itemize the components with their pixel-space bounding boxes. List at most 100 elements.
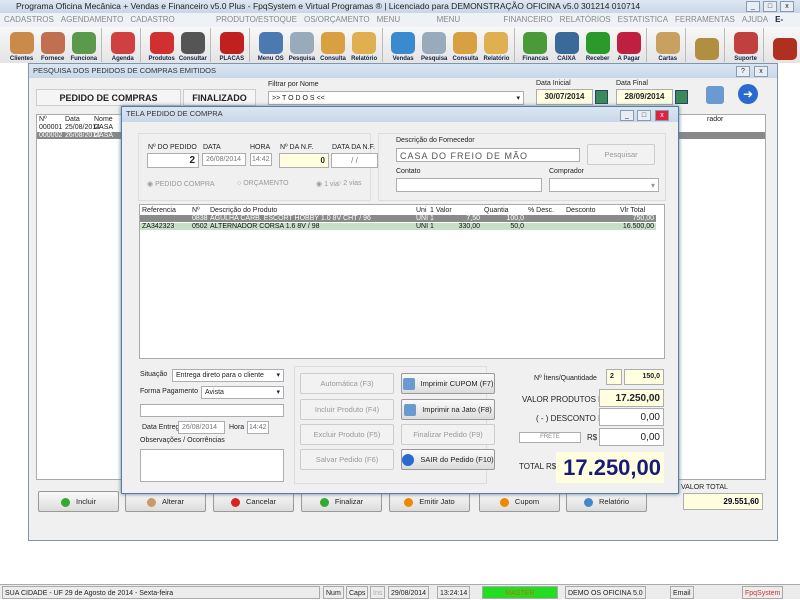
imprimir-jato-button[interactable]: Imprimir na Jato (F8) [401, 399, 495, 420]
toolbar-caixa[interactable]: CAIXA [551, 27, 582, 63]
date-start-input[interactable]: 30/07/2014 [536, 89, 593, 105]
frete-input[interactable]: 0,00 [599, 428, 664, 446]
finalizar-pedido-button[interactable]: Finalizar Pedido (F9) [401, 424, 495, 445]
minimize-button[interactable]: _ [620, 110, 634, 121]
pagamento-select[interactable]: Avista ▾ [201, 386, 284, 399]
entrega-input[interactable]: 26/08/2014 [178, 421, 225, 434]
desconto-input[interactable]: 0,00 [599, 408, 664, 426]
situacao-select[interactable]: Entrega direto para o cliente ▾ [172, 369, 284, 382]
menu-cadastro-veiculos[interactable]: CADASTRO VEICULOS [130, 13, 209, 38]
pesquisa-icon [289, 32, 314, 54]
items-table[interactable]: Referencia Nº Descrição do Produto Uni 1 Val… [139, 204, 665, 359]
toolbar-consultar[interactable]: Consultar [177, 27, 208, 63]
toolbar-placas[interactable]: PLACAS [216, 27, 247, 63]
relat-rio-button[interactable]: Relatório [566, 491, 647, 512]
toolbar-relat-rio[interactable]: Relatório [349, 27, 380, 63]
sair-pedido-button[interactable]: SAIR do Pedido (F10) [401, 449, 495, 470]
radio-1via[interactable]: ◉ 1 via [316, 180, 339, 188]
time-input[interactable]: 14:42 [250, 153, 272, 166]
toolbar-a-pagar[interactable]: A Pagar [613, 27, 644, 63]
cupom-button[interactable]: Cupom [479, 491, 560, 512]
radio-pedido-compra[interactable]: ◉ PEDIDO COMPRA [147, 180, 215, 188]
email-button[interactable]: Email [670, 586, 694, 599]
menu-cadastros[interactable]: CADASTROS [4, 13, 54, 27]
toolbar-funciona[interactable]: Funciona [68, 27, 99, 63]
radio-orcamento[interactable]: ○ ORÇAMENTO [237, 180, 289, 187]
date-end-input[interactable]: 28/09/2014 [616, 89, 673, 105]
toolbar-item[interactable] [691, 27, 722, 63]
toolbar-relat-rio[interactable]: Relatório [481, 27, 512, 63]
menu-estatistica[interactable]: ESTATISTICA [618, 13, 668, 27]
incluir-produto-button[interactable]: Incluir Produto (F4) [300, 399, 394, 420]
toolbar-pesquisa[interactable]: Pesquisa [419, 27, 450, 63]
maximize-button[interactable]: □ [763, 1, 777, 12]
close-button[interactable]: x [655, 110, 669, 121]
toolbar-item[interactable] [769, 27, 800, 63]
nf-input[interactable]: 0 [279, 153, 329, 168]
order-no-input[interactable]: 2 [147, 153, 199, 168]
toolbar-receber[interactable]: Receber [582, 27, 613, 63]
incluir-button[interactable]: Incluir [38, 491, 119, 512]
radio-2vias[interactable]: ○ 2 vias [337, 180, 361, 187]
toolbar-suporte[interactable]: Suporte [730, 27, 761, 63]
financas-icon [523, 32, 548, 54]
cancelar-button[interactable]: Cancelar [213, 491, 294, 512]
menu-menu-compras[interactable]: MENU COMPRAS [437, 13, 497, 38]
date-input[interactable]: 26/08/2014 [202, 153, 246, 166]
menu-produto-estoque[interactable]: PRODUTO/ESTOQUE [216, 13, 297, 27]
menu-e-mail[interactable]: E-MAIL [775, 13, 800, 38]
menu-ajuda[interactable]: AJUDA [742, 13, 768, 27]
table-row[interactable]: ZA342323 0502 ALTERNADOR CORSA 1.6 8V / 98… [140, 223, 656, 230]
calendar-icon[interactable] [675, 90, 688, 104]
refresh-icon[interactable] [706, 86, 724, 104]
nf-date-input[interactable]: / / [331, 153, 378, 168]
salvar-pedido-button[interactable]: Salvar Pedido (F6) [300, 449, 394, 470]
contact-input[interactable] [396, 178, 542, 192]
automatica-button[interactable]: Automática (F3) [300, 373, 394, 394]
cancelar-icon [230, 497, 240, 507]
minimize-button[interactable]: _ [746, 1, 760, 12]
toolbar-cartas[interactable]: Cartas [652, 27, 683, 63]
chevron-down-icon: ▾ [516, 95, 520, 102]
finalizar-button[interactable]: Finalizar [301, 491, 382, 512]
situacao-label: Situação [140, 371, 168, 378]
itens-value: 2 [606, 369, 622, 385]
help-button[interactable]: ? [736, 66, 750, 77]
toolbar-produtos[interactable]: Produtos [146, 27, 177, 63]
arrow-right-icon[interactable]: ➜ [738, 84, 758, 104]
vendas-icon [391, 32, 416, 54]
toolbar-fornece[interactable]: Fornece [37, 27, 68, 63]
filter-select[interactable]: >> T O D O S << ▾ [268, 91, 524, 105]
close-button[interactable]: x [780, 1, 794, 12]
calendar-icon[interactable] [595, 90, 608, 104]
buyer-select[interactable]: ▾ [549, 178, 659, 192]
obs-textarea[interactable] [140, 449, 284, 482]
menu-os-or-amento[interactable]: OS/ORÇAMENTO [304, 13, 370, 27]
menu-agendamento[interactable]: AGENDAMENTO [61, 13, 124, 27]
toolbar-clientes[interactable]: Clientes [6, 27, 37, 63]
emitir-jato-button[interactable]: Emitir Jato [389, 491, 470, 512]
table-row[interactable]: 0838 AGULHA CARB. ESCORT HOBBY 1.0 8V CHT… [140, 215, 656, 222]
toolbar-consulta[interactable]: Consulta [450, 27, 481, 63]
incluir-icon [60, 497, 70, 507]
imprimir-cupom-button[interactable]: Imprimir CUPOM (F7) [401, 373, 495, 394]
toolbar-financas[interactable]: Financas [520, 27, 551, 63]
supplier-input[interactable]: CASA DO FREIO DE MÃO [396, 148, 580, 162]
maximize-button[interactable]: □ [637, 110, 651, 121]
close-window-button[interactable]: x [754, 66, 768, 77]
toolbar-pesquisa[interactable]: Pesquisa [286, 27, 317, 63]
toolbar-agenda[interactable]: Agenda [107, 27, 138, 63]
menu-relat-rios[interactable]: RELATÓRIOS [560, 13, 611, 27]
menu-financeiro[interactable]: FINANCEIRO [503, 13, 552, 27]
search-supplier-button[interactable]: Pesquisar [587, 144, 655, 165]
alterar-button[interactable]: Alterar [125, 491, 206, 512]
status-caps: Caps [346, 586, 369, 599]
toolbar-vendas[interactable]: Vendas [388, 27, 419, 63]
pagamento-detail-input[interactable] [140, 404, 284, 417]
menu-ferramentas[interactable]: FERRAMENTAS [675, 13, 735, 27]
hora-input[interactable]: 14:42 [247, 421, 269, 434]
toolbar-consulta[interactable]: Consulta [317, 27, 348, 63]
toolbar-menu-os[interactable]: Menu OS [255, 27, 286, 63]
menu-menu-vendas[interactable]: MENU VENDAS [377, 13, 430, 38]
excluir-produto-button[interactable]: Excluir Produto (F5) [300, 424, 394, 445]
